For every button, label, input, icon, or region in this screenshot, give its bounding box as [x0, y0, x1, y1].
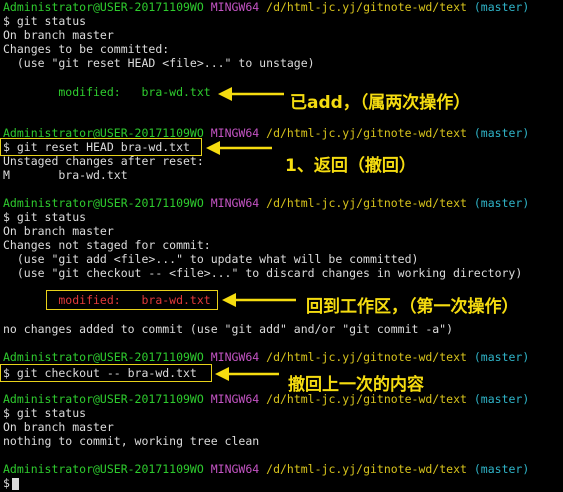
output-line: (use "git reset HEAD <file>..." to unsta…: [3, 56, 315, 70]
prompt-path: /d/html-jc.yj/gitnote-wd/text: [266, 0, 467, 14]
output-line: Changes not staged for commit:: [3, 238, 211, 252]
prompt-branch: (master): [473, 462, 530, 476]
prompt-line: Administrator@USER-20171109WO MINGW64 /d…: [3, 350, 529, 364]
annotation-staged: 已add，（属两次操作）: [290, 93, 471, 113]
command-line: $ git status: [3, 210, 87, 224]
prompt-branch: (master): [473, 350, 530, 364]
output-line: (use "git checkout -- <file>..." to disc…: [3, 266, 523, 280]
output-line: M bra-wd.txt: [3, 168, 128, 182]
arrow-left-icon: [215, 367, 279, 381]
highlight-box-reset: [0, 138, 202, 156]
prompt-line: Administrator@USER-20171109WO MINGW64 /d…: [3, 462, 529, 476]
prompt-line: Administrator@USER-20171109WO MINGW64 /d…: [3, 392, 529, 406]
output-line: On branch master: [3, 224, 114, 238]
prompt-line: Administrator@USER-20171109WO MINGW64 /d…: [3, 0, 529, 14]
prompt-branch: (master): [473, 196, 530, 210]
prompt-user: Administrator@USER-20171109WO: [3, 350, 204, 364]
prompt-path: /d/html-jc.yj/gitnote-wd/text: [266, 126, 467, 140]
output-line: On branch master: [3, 420, 114, 434]
command-line: $ git status: [3, 14, 87, 28]
staged-file-line: modified: bra-wd.txt: [3, 85, 211, 99]
prompt-env: MINGW64: [210, 196, 260, 210]
prompt-user: Administrator@USER-20171109WO: [3, 392, 204, 406]
prompt-branch: (master): [473, 126, 530, 140]
prompt-branch: (master): [473, 392, 530, 406]
prompt-user: Administrator@USER-20171109WO: [3, 0, 204, 14]
highlight-box-checkout: [0, 364, 212, 382]
annotation-checkout: 撤回上一次的内容: [288, 375, 424, 395]
command-line: $ git status: [3, 406, 87, 420]
final-prompt: $: [3, 476, 10, 490]
prompt-branch: (master): [473, 0, 530, 14]
output-line: On branch master: [3, 28, 114, 42]
text-cursor: [12, 478, 19, 490]
annotation-workspace: 回到工作区，（第一次操作）: [306, 297, 519, 317]
prompt-path: /d/html-jc.yj/gitnote-wd/text: [266, 350, 467, 364]
output-line: nothing to commit, working tree clean: [3, 434, 260, 448]
prompt-env: MINGW64: [210, 392, 260, 406]
highlight-box-modified: [46, 290, 218, 310]
prompt-env: MINGW64: [210, 462, 260, 476]
prompt-env: MINGW64: [210, 350, 260, 364]
output-line: no changes added to commit (use "git add…: [3, 322, 454, 336]
output-line: (use "git add <file>..." to update what …: [3, 252, 419, 266]
prompt-user: Administrator@USER-20171109WO: [3, 462, 204, 476]
arrow-left-icon: [218, 87, 284, 101]
output-line: Changes to be committed:: [3, 42, 170, 56]
prompt-env: MINGW64: [210, 0, 260, 14]
arrow-left-icon: [222, 293, 296, 307]
annotation-reset: 1、返回（撤回）: [285, 156, 416, 176]
prompt-line: Administrator@USER-20171109WO MINGW64 /d…: [3, 196, 529, 210]
prompt-path: /d/html-jc.yj/gitnote-wd/text: [266, 196, 467, 210]
prompt-path: /d/html-jc.yj/gitnote-wd/text: [266, 462, 467, 476]
prompt-user: Administrator@USER-20171109WO: [3, 196, 204, 210]
terminal-window[interactable]: Administrator@USER-20171109WO MINGW64 /d…: [0, 0, 563, 492]
arrow-left-icon: [206, 141, 272, 155]
output-line: Unstaged changes after reset:: [3, 154, 204, 168]
